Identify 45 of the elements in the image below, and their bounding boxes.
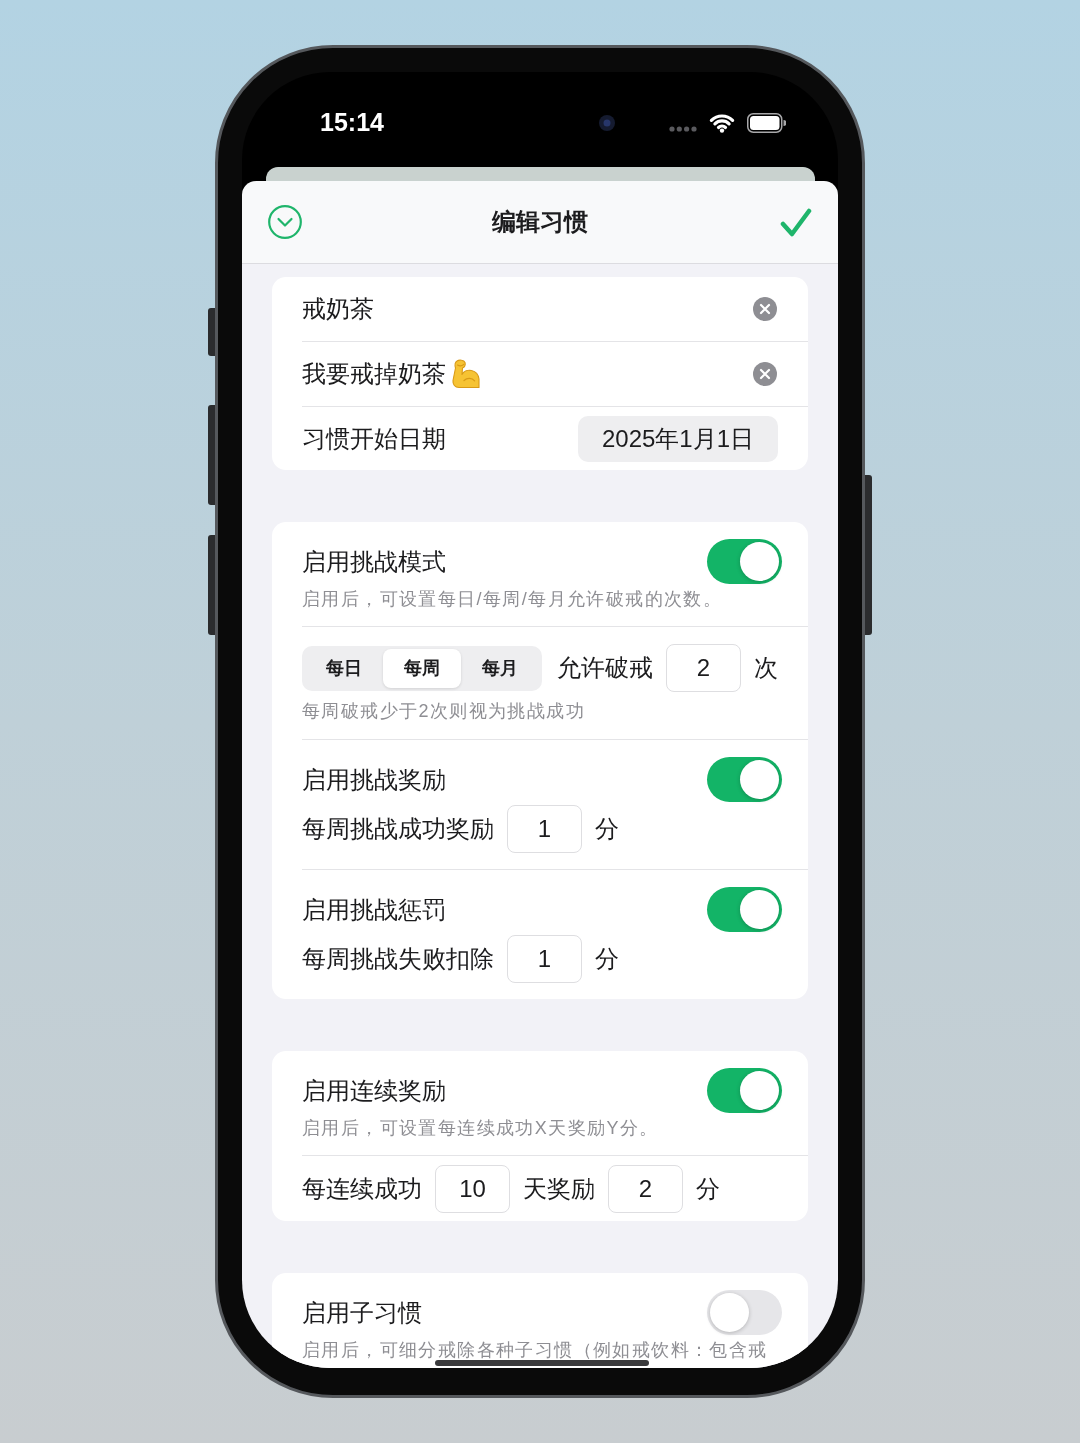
text-field[interactable]: 戒奶茶 <box>302 277 753 341</box>
segment-tab[interactable]: 每月 <box>461 648 539 688</box>
row-label: 习惯开始日期 <box>302 423 446 454</box>
toggle-switch[interactable] <box>707 1290 782 1335</box>
row-label: 启用挑战奖励 <box>302 764 446 795</box>
row-label: 启用子习惯 <box>302 1297 422 1328</box>
row-description: 启用后，可细分戒除各种子习惯（例如戒饮料：包含戒 <box>302 1339 768 1361</box>
toggle-switch[interactable] <box>707 1068 782 1113</box>
toggle-switch[interactable] <box>707 887 782 932</box>
battery-icon <box>747 112 786 133</box>
segment-tab[interactable]: 每周 <box>383 648 461 688</box>
clear-icon[interactable] <box>753 297 777 321</box>
text-field[interactable]: 我要戒掉奶茶 <box>302 342 753 406</box>
chevron-down-circle-icon[interactable] <box>268 205 302 239</box>
date-button[interactable]: 2025年1月1日 <box>578 415 778 462</box>
sheet-title: 编辑习惯 <box>492 207 588 237</box>
field-label: 允许破戒 <box>557 653 653 683</box>
field-label: 每连续成功 <box>302 1174 422 1204</box>
toggle-switch[interactable] <box>707 757 782 802</box>
field-label: 次 <box>754 653 778 683</box>
toggle-switch[interactable] <box>707 539 782 584</box>
field-label: 每周挑战成功奖励 <box>302 814 494 844</box>
row-label: 启用连续奖励 <box>302 1075 446 1106</box>
row-label: 启用挑战模式 <box>302 546 446 577</box>
status-time: 15:14 <box>320 108 384 136</box>
number-field[interactable]: 2 <box>608 1165 683 1213</box>
camera-lens-icon <box>599 114 615 131</box>
row-description: 启用后，可设置每日/每周/每月允许破戒的次数。 <box>302 588 723 610</box>
field-label: 分 <box>696 1174 720 1204</box>
hint-text: 每周破戒少于2次则视为挑战成功 <box>302 700 585 722</box>
signal-icon <box>669 125 697 132</box>
field-label: 天奖励 <box>523 1174 595 1204</box>
checkmark-icon[interactable] <box>780 206 812 238</box>
number-field[interactable]: 10 <box>435 1165 510 1213</box>
row-description: 启用后，可设置每连续成功X天奖励Y分。 <box>302 1117 659 1139</box>
row-label: 启用挑战惩罚 <box>302 894 446 925</box>
number-field[interactable]: 1 <box>507 935 582 983</box>
number-field[interactable]: 1 <box>507 805 582 853</box>
clear-icon[interactable] <box>753 362 777 386</box>
field-label: 分 <box>595 944 619 974</box>
segment-tab[interactable]: 每日 <box>305 648 383 688</box>
field-label: 每周挑战失败扣除 <box>302 944 494 974</box>
number-field[interactable]: 2 <box>666 644 741 692</box>
wifi-icon <box>709 112 735 133</box>
field-label: 分 <box>595 814 619 844</box>
